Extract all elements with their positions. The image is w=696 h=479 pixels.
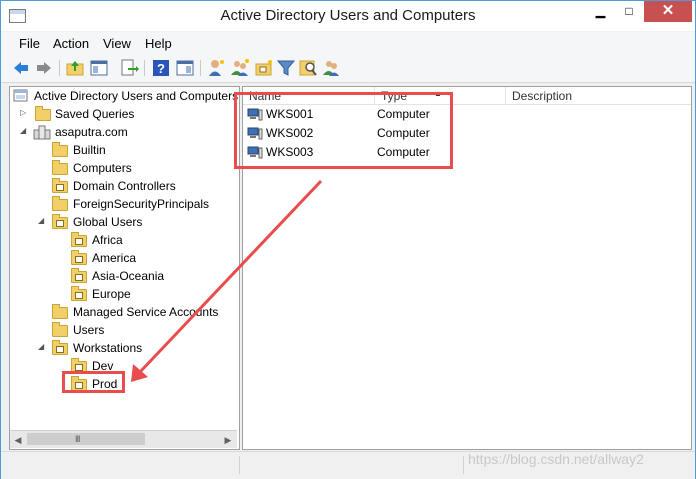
arrow-shaft — [138, 179, 323, 374]
annotation-arrow — [131, 179, 323, 382]
